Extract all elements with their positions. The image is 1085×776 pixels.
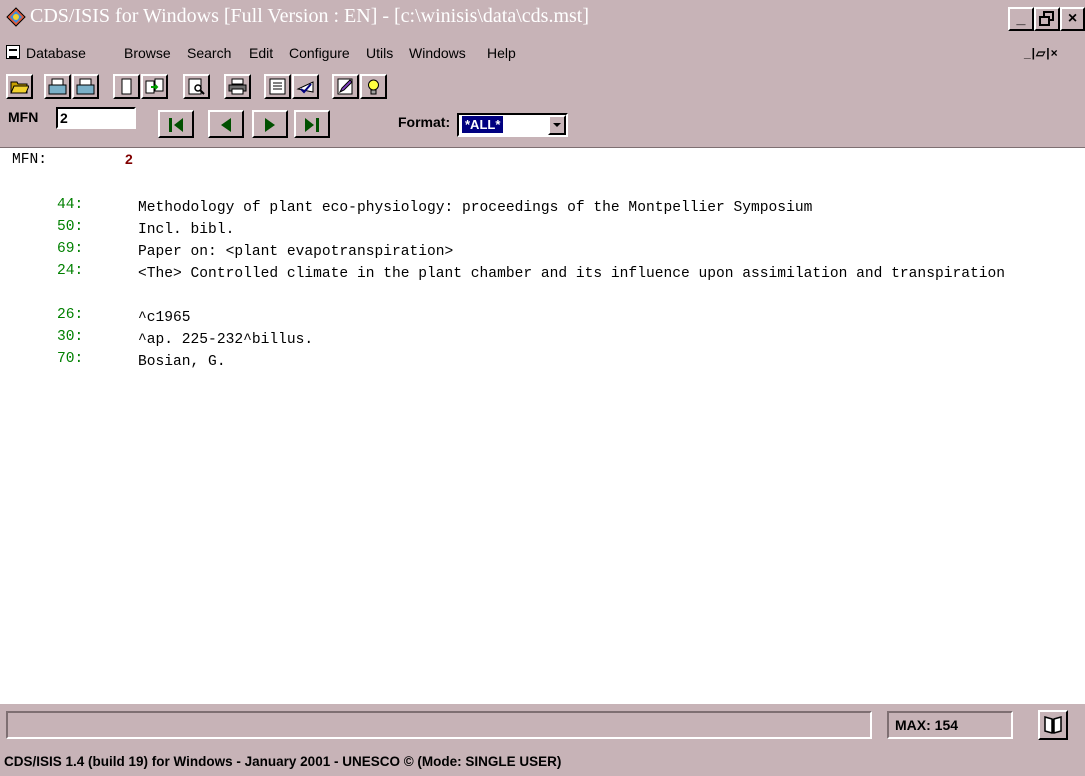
status-message-field <box>6 711 872 739</box>
field-text: Incl. bibl. <box>138 222 235 238</box>
last-record-button[interactable] <box>294 110 330 138</box>
form-icon <box>269 78 286 95</box>
menu-configure[interactable]: Configure <box>289 45 350 61</box>
field-text: <The> Controlled climate in the plant ch… <box>138 266 1006 282</box>
field-text: ^ap. 225-232^billus. <box>138 332 314 348</box>
edit-button[interactable] <box>332 74 359 99</box>
field-tag: 70: <box>57 351 84 367</box>
menu-utils[interactable]: Utils <box>366 45 393 61</box>
restore-icon <box>1039 11 1054 26</box>
print-icon <box>228 78 247 95</box>
first-record-button[interactable] <box>158 110 194 138</box>
toolbar <box>0 67 1085 103</box>
lightbulb-icon <box>368 79 379 95</box>
chevron-down-icon <box>553 123 561 127</box>
previous-record-icon <box>221 118 231 132</box>
print-preview-icon <box>188 78 205 95</box>
field-text: Paper on: <plant evapotranspiration> <box>138 244 454 260</box>
copy-record-icon <box>145 78 164 94</box>
validate-button[interactable] <box>292 74 319 99</box>
record-display: MFN: 2 44: Methodology of plant eco-phys… <box>0 149 1085 704</box>
field-tag: 50: <box>57 219 84 235</box>
restore-button[interactable] <box>1034 7 1060 31</box>
status-bar: MAX: 154 <box>0 704 1085 747</box>
copy-record-button[interactable] <box>141 74 168 99</box>
last-record-icon <box>305 118 319 132</box>
document-icon[interactable] <box>6 45 20 59</box>
field-tag: 69: <box>57 241 84 257</box>
field-tag: 30: <box>57 329 84 345</box>
mfn-label: MFN <box>8 109 39 125</box>
format-value: *ALL* <box>460 115 505 134</box>
clipboard-button[interactable] <box>113 74 140 99</box>
export-rtf-icon <box>76 78 95 95</box>
menu-windows[interactable]: Windows <box>409 45 466 61</box>
close-button[interactable]: × <box>1060 7 1085 31</box>
minimize-button[interactable]: _ <box>1008 7 1034 31</box>
menu-edit[interactable]: Edit <box>249 45 273 61</box>
version-footer: CDS/ISIS 1.4 (build 19) for Windows - Ja… <box>0 747 1085 776</box>
mfn-input[interactable]: 2 <box>56 107 136 129</box>
max-mfn-indicator: MAX: 154 <box>887 711 1013 739</box>
next-record-icon <box>265 118 275 132</box>
menu-help[interactable]: Help <box>487 45 516 61</box>
book-button[interactable] <box>1038 710 1068 740</box>
format-label: Format: <box>398 114 451 130</box>
field-text: Bosian, G. <box>138 354 226 370</box>
previous-record-button[interactable] <box>208 110 244 138</box>
next-record-button[interactable] <box>252 110 288 138</box>
record-mfn-label: MFN: <box>12 152 48 168</box>
record-mfn-value: 2 <box>125 151 133 167</box>
menu-bar: Database Browse Search Edit Configure Ut… <box>0 36 1085 67</box>
field-text: ^c1965 <box>138 310 191 326</box>
menu-database[interactable]: Database <box>26 45 86 61</box>
format-dropdown-button[interactable] <box>548 115 566 135</box>
tip-button[interactable] <box>360 74 387 99</box>
open-folder-icon <box>10 81 29 94</box>
menu-browse[interactable]: Browse <box>124 45 171 61</box>
export-txt-icon <box>48 78 67 95</box>
print-button[interactable] <box>224 74 251 99</box>
check-icon <box>296 81 314 94</box>
field-tag: 26: <box>57 307 84 323</box>
open-book-icon <box>1044 716 1062 734</box>
clipboard-icon <box>121 78 132 95</box>
app-logo-icon <box>6 7 26 27</box>
field-tag: 24: <box>57 263 84 279</box>
first-record-icon <box>169 118 183 132</box>
field-tag: 44: <box>57 197 84 213</box>
title-bar: CDS/ISIS for Windows [Full Version : EN]… <box>0 0 1085 36</box>
export-txt-button[interactable] <box>44 74 71 99</box>
print-preview-button[interactable] <box>183 74 210 99</box>
field-text: Methodology of plant eco-physiology: pro… <box>138 200 813 216</box>
mdi-window-controls[interactable]: _|▱|× <box>1024 46 1059 60</box>
open-database-button[interactable] <box>6 74 33 99</box>
menu-search[interactable]: Search <box>187 45 231 61</box>
edit-pencil-icon <box>337 78 353 95</box>
export-rtf-button[interactable] <box>72 74 99 99</box>
window-title: CDS/ISIS for Windows [Full Version : EN]… <box>30 5 589 27</box>
format-select[interactable]: *ALL* <box>457 113 568 137</box>
form-button[interactable] <box>264 74 291 99</box>
navigation-bar: MFN 2 Format: *ALL* <box>0 103 1085 148</box>
